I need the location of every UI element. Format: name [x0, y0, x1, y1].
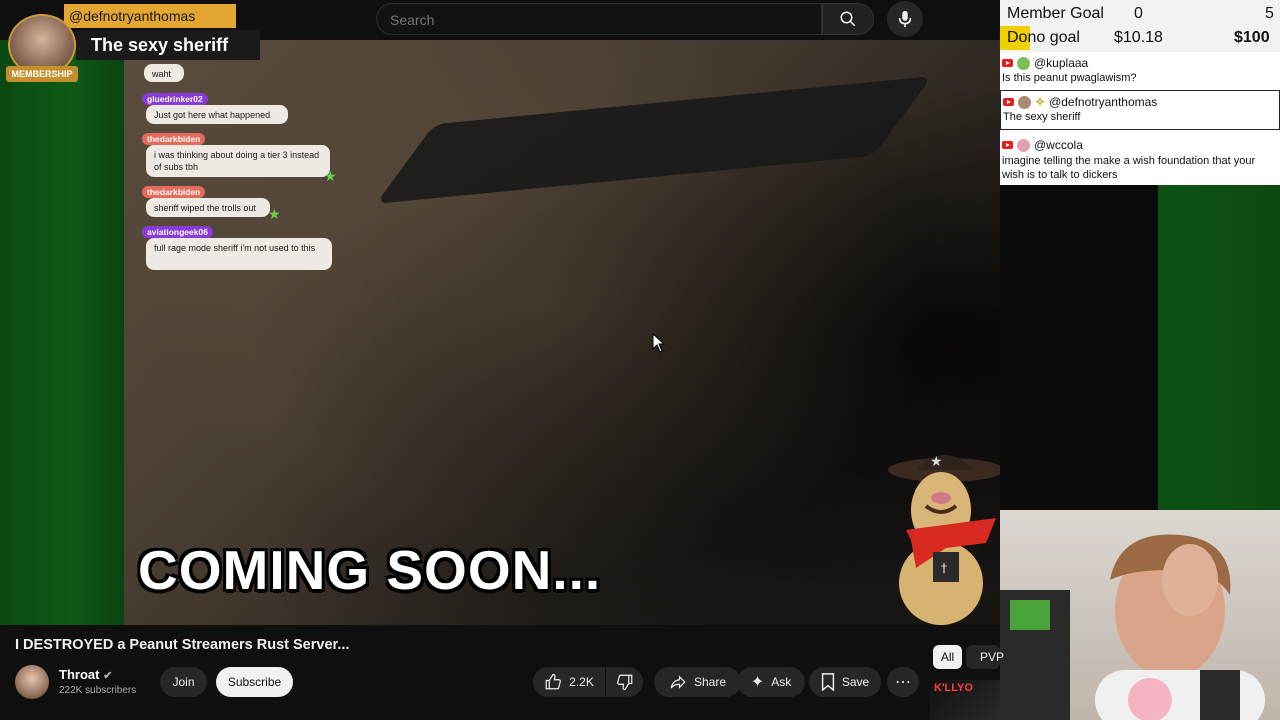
channel-name-text: Throat — [59, 667, 100, 682]
share-label: Share — [693, 675, 727, 689]
user-avatar — [1017, 56, 1030, 70]
membership-badge: MEMBERSHIP — [6, 66, 78, 82]
stream-chat-panel: @kuplaaa Is this peanut pwaglawism? ✧ @d… — [1000, 52, 1280, 185]
chat-text: imagine telling the make a wish foundati… — [1002, 155, 1256, 181]
chat-username: gluedrinker02 — [142, 93, 208, 105]
chip-pvp[interactable]: PVP — [966, 645, 1004, 669]
thumbs-down-icon — [616, 674, 632, 691]
chat-user: @wccola — [1034, 138, 1083, 152]
chat-bubble: full rage mode sheriff i'm not used to t… — [146, 238, 332, 270]
video-side-dark — [1000, 185, 1158, 510]
dono-goal-label: Dono goal — [1007, 29, 1080, 46]
chat-message: @kuplaaa Is this peanut pwaglawism? — [1000, 56, 1280, 84]
dono-goal-current: $10.18 — [1114, 29, 1163, 46]
svg-text:★: ★ — [930, 454, 943, 470]
chat-message: @wccola imagine telling the make a wish … — [1000, 138, 1280, 182]
sparkle-icon: ✦ — [750, 674, 765, 691]
like-count: 2.2K — [569, 675, 594, 689]
bookmark-icon — [821, 673, 834, 691]
join-button[interactable]: Join — [160, 667, 207, 697]
youtube-icon — [1002, 59, 1013, 67]
video-left-border — [0, 40, 124, 625]
chat-username: thedarkbiden — [142, 133, 206, 145]
peanut-mascot: ★ † — [888, 454, 1000, 625]
share-icon — [670, 675, 686, 689]
share-button[interactable]: Share — [654, 667, 741, 697]
like-button[interactable]: 2.2K — [533, 667, 605, 697]
youtube-icon — [1003, 98, 1014, 106]
youtube-icon — [1002, 141, 1013, 149]
streamer-figure — [1000, 534, 1265, 720]
chat-bubble: Just got here what happened — [146, 105, 288, 124]
chat-user: @defnotryanthomas — [1049, 95, 1158, 109]
user-avatar — [1018, 95, 1031, 109]
member-goal-label: Member Goal — [1007, 5, 1104, 22]
chat-username: aviationgeek06 — [142, 226, 213, 238]
dono-goal-target: $100 — [1234, 29, 1270, 46]
chat-text: Is this peanut pwaglawism? — [1002, 72, 1137, 84]
verified-icon: ✔ — [103, 670, 113, 682]
search-button[interactable] — [822, 3, 874, 35]
goals-panel: Member Goal 0 5 Dono goal $10.18 $100 — [1000, 0, 1280, 52]
member-goal-current: 0 — [1134, 5, 1143, 22]
channel-avatar[interactable] — [15, 665, 49, 699]
thumbnail-text: K'LLYO — [934, 682, 973, 694]
chat-bubble: i was thinking about doing a tier 3 inst… — [146, 145, 330, 177]
save-button[interactable]: Save — [809, 667, 881, 697]
svg-text:†: † — [941, 561, 947, 575]
member-goal-target: 5 — [1265, 5, 1274, 22]
dono-goal-row: Dono goal $10.18 $100 — [1000, 26, 1280, 50]
ask-label: Ask — [771, 675, 792, 689]
video-title: I DESTROYED a Peanut Streamers Rust Serv… — [15, 637, 350, 653]
mouse-cursor-icon — [652, 333, 666, 353]
chat-bubble: waht — [144, 64, 184, 82]
more-actions-button[interactable]: ⋯ — [887, 667, 919, 697]
chat-username: thedarkbiden — [142, 186, 206, 198]
subscribe-button[interactable]: Subscribe — [216, 667, 293, 697]
shadow-shape — [375, 76, 933, 204]
sparkle-icon: ★ — [268, 206, 281, 222]
membership-handle: @defnotryanthomas — [64, 4, 236, 28]
ask-button[interactable]: ✦ Ask — [737, 667, 805, 697]
chip-pvp-label: PVP — [980, 650, 1005, 664]
search-icon — [840, 11, 856, 27]
more-icon: ⋯ — [895, 674, 911, 691]
chip-all[interactable]: All — [933, 645, 962, 669]
user-avatar — [1017, 138, 1030, 152]
chat-message-highlighted: ✧ @defnotryanthomas The sexy sheriff — [1000, 90, 1280, 130]
microphone-icon — [898, 10, 912, 28]
member-goal-row: Member Goal 0 5 — [1000, 2, 1280, 26]
chat-user: @kuplaaa — [1034, 56, 1089, 70]
voice-search-button[interactable] — [887, 1, 923, 37]
channel-name[interactable]: Throat ✔ — [59, 667, 112, 682]
webcam-feed — [1000, 510, 1280, 720]
chip-all-label: All — [940, 650, 955, 664]
related-video-thumbnail[interactable]: K'LLYO — [930, 680, 1000, 720]
caption-text: COMING SOON... — [138, 539, 602, 601]
chat-bubble: sheriff wiped the trolls out — [146, 198, 270, 217]
dislike-button[interactable] — [606, 667, 643, 697]
chat-text: The sexy sheriff — [1003, 111, 1081, 123]
search-input[interactable] — [377, 4, 812, 36]
thumbs-up-icon — [545, 673, 562, 690]
sparkle-icon: ★ — [324, 168, 337, 184]
video-right-border — [1158, 185, 1280, 510]
membership-message: The sexy sheriff — [76, 30, 260, 60]
subscribe-label: Subscribe — [227, 675, 282, 689]
subscriber-count: 222K subscribers — [59, 685, 137, 696]
member-badge-icon: ✧ — [1035, 95, 1046, 109]
save-label: Save — [841, 675, 870, 689]
search-box — [376, 3, 822, 36]
join-label: Join — [172, 675, 195, 689]
